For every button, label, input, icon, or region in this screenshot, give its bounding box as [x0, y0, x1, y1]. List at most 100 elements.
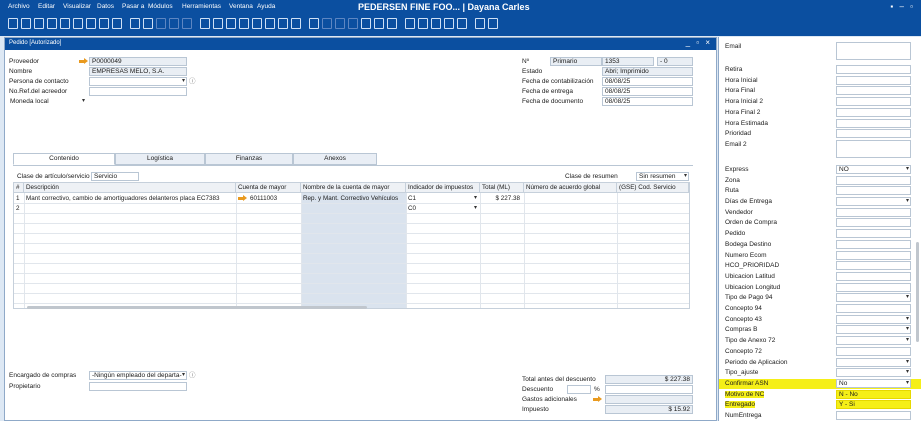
- comprador-dropdown[interactable]: -Ningún empleado del departa-: [89, 371, 187, 380]
- udf-field-hora-final[interactable]: [836, 86, 911, 96]
- udf-field-ubicacion-latitud[interactable]: [836, 271, 911, 281]
- row-1-total[interactable]: $ 227.38: [480, 194, 522, 203]
- udf-field-ubicacion-longitud[interactable]: [836, 282, 911, 292]
- launch-icon[interactable]: [143, 18, 153, 29]
- row-1-impuesto[interactable]: C1: [406, 194, 478, 203]
- descuento-field[interactable]: [605, 385, 693, 394]
- udf-field-email-2[interactable]: [836, 139, 911, 158]
- user-icon[interactable]: [405, 18, 415, 29]
- clase-field[interactable]: Servicio: [91, 172, 139, 181]
- udf-field-orden-de-compra[interactable]: [836, 218, 911, 228]
- udf-field-tipo-de-anexo-72[interactable]: [836, 336, 911, 346]
- udf-field-vendedor[interactable]: [836, 207, 911, 217]
- new-icon[interactable]: [8, 18, 18, 29]
- udf-field-hora-inicial-2[interactable]: [836, 97, 911, 107]
- fecha-contab-field[interactable]: 08/08/25: [602, 77, 693, 86]
- print-icon[interactable]: [34, 18, 44, 29]
- sms-icon[interactable]: [73, 18, 83, 29]
- window-controls[interactable]: ▪ – ▫: [890, 2, 915, 11]
- doc-number-field[interactable]: 1353: [602, 57, 654, 66]
- link-arrow-icon[interactable]: [593, 396, 602, 403]
- gastos-field[interactable]: [605, 395, 693, 404]
- color-icon[interactable]: [374, 18, 384, 29]
- settings-icon[interactable]: [335, 18, 345, 29]
- col-header-impuesto[interactable]: Indicador de impuestos: [406, 183, 480, 193]
- base-icon[interactable]: [291, 18, 301, 29]
- udf-field-concepto-72[interactable]: [836, 346, 911, 356]
- info-icon[interactable]: ⓘ: [189, 77, 196, 86]
- menu-editar[interactable]: Editar: [38, 3, 55, 10]
- properties-icon[interactable]: [431, 18, 441, 29]
- col-header-total[interactable]: Total (ML): [480, 183, 524, 193]
- menu-pasar-a[interactable]: Pasar a: [122, 3, 144, 10]
- vertical-scrollbar[interactable]: [916, 242, 919, 342]
- row-1-nombre[interactable]: Rep. y Mant. Correctivo Vehículos: [301, 194, 406, 203]
- last-icon[interactable]: [239, 18, 249, 29]
- udf-field-hora-estimada[interactable]: [836, 118, 911, 128]
- col-header-num[interactable]: #: [14, 183, 24, 193]
- nombre-field[interactable]: EMPRESAS MELO, S.A.: [89, 67, 187, 76]
- export-pdf-icon[interactable]: [130, 18, 140, 29]
- previous-icon[interactable]: [213, 18, 223, 29]
- udf-field-tipo-ajuste[interactable]: [836, 368, 911, 378]
- resumen-dropdown[interactable]: Sin resumen: [636, 172, 689, 181]
- export-word-icon[interactable]: [112, 18, 122, 29]
- udf-field-bodega-destino[interactable]: [836, 239, 911, 249]
- menu-herramientas[interactable]: Herramientas: [182, 3, 221, 10]
- udf-field-pedido[interactable]: [836, 229, 911, 239]
- menu-ventana[interactable]: Ventana: [229, 3, 253, 10]
- moneda-dropdown[interactable]: Moneda local: [7, 97, 87, 106]
- udf-field-numentrega[interactable]: [836, 411, 911, 420]
- udf-field-motivo-de-nc[interactable]: N - No: [836, 389, 911, 399]
- tab-logistica[interactable]: Logística: [115, 153, 205, 165]
- menu-archivo[interactable]: Archivo: [8, 3, 30, 10]
- payment-icon[interactable]: [361, 18, 371, 29]
- relationship-icon[interactable]: [418, 18, 428, 29]
- preview-icon[interactable]: [47, 18, 57, 29]
- udf-field-concepto-94[interactable]: [836, 304, 911, 313]
- udf-field-express[interactable]: NO: [836, 164, 911, 174]
- tab-anexos[interactable]: Anexos: [293, 153, 377, 165]
- row-1-desc[interactable]: Mant correctivo, cambio de amortiguadore…: [24, 194, 234, 203]
- target-icon[interactable]: [309, 18, 319, 29]
- col-header-cuenta[interactable]: Cuenta de mayor: [236, 183, 301, 193]
- col-header-gse[interactable]: (GSE) Cod. Servicio: [617, 183, 689, 193]
- messages-icon[interactable]: [475, 18, 485, 29]
- info-icon[interactable]: ⓘ: [189, 371, 196, 380]
- menu-m-dulos[interactable]: Módulos: [148, 3, 173, 10]
- fax-icon[interactable]: [86, 18, 96, 29]
- menu-ayuda[interactable]: Ayuda: [257, 3, 275, 10]
- journal-icon[interactable]: [348, 18, 358, 29]
- ref-field[interactable]: [89, 87, 187, 96]
- fecha-entrega-field[interactable]: 08/08/25: [602, 87, 693, 96]
- udf-field-numero-ecom[interactable]: [836, 250, 911, 260]
- fecha-doc-field[interactable]: 08/08/25: [602, 97, 693, 106]
- tab-contenido[interactable]: Contenido: [13, 153, 115, 165]
- udf-field-prioridad[interactable]: [836, 129, 911, 139]
- udf-field-hco-prioridad[interactable]: [836, 261, 911, 271]
- doc-window-controls[interactable]: _ ▫ ×: [686, 38, 712, 47]
- menu-datos[interactable]: Datos: [97, 3, 114, 10]
- email-icon[interactable]: [60, 18, 70, 29]
- total-antes-field[interactable]: $ 227.38: [605, 375, 693, 384]
- series-field[interactable]: Primario: [550, 57, 602, 66]
- udf-field-periodo-de-aplicacion[interactable]: [836, 357, 911, 367]
- tab-finanzas[interactable]: Finanzas: [205, 153, 293, 165]
- row-1-cuenta[interactable]: 60111003: [248, 194, 300, 203]
- find-icon[interactable]: [169, 18, 179, 29]
- filter-icon[interactable]: [265, 18, 275, 29]
- layout-icon[interactable]: [387, 18, 397, 29]
- open-icon[interactable]: [21, 18, 31, 29]
- propietario-field[interactable]: [89, 382, 187, 391]
- udf-field-entregado[interactable]: Y - Si: [836, 400, 911, 410]
- udf-field-concepto-43[interactable]: [836, 314, 911, 324]
- next-icon[interactable]: [226, 18, 236, 29]
- udf-field-zona[interactable]: [836, 175, 911, 185]
- drafts-icon[interactable]: [444, 18, 454, 29]
- refresh-icon[interactable]: [252, 18, 262, 29]
- udf-field-d-as-de-entrega[interactable]: [836, 197, 911, 206]
- help-icon[interactable]: [488, 18, 498, 29]
- sort-icon[interactable]: [278, 18, 288, 29]
- lock-icon[interactable]: [156, 18, 166, 29]
- estado-field[interactable]: Abri; Imprimido: [602, 67, 693, 76]
